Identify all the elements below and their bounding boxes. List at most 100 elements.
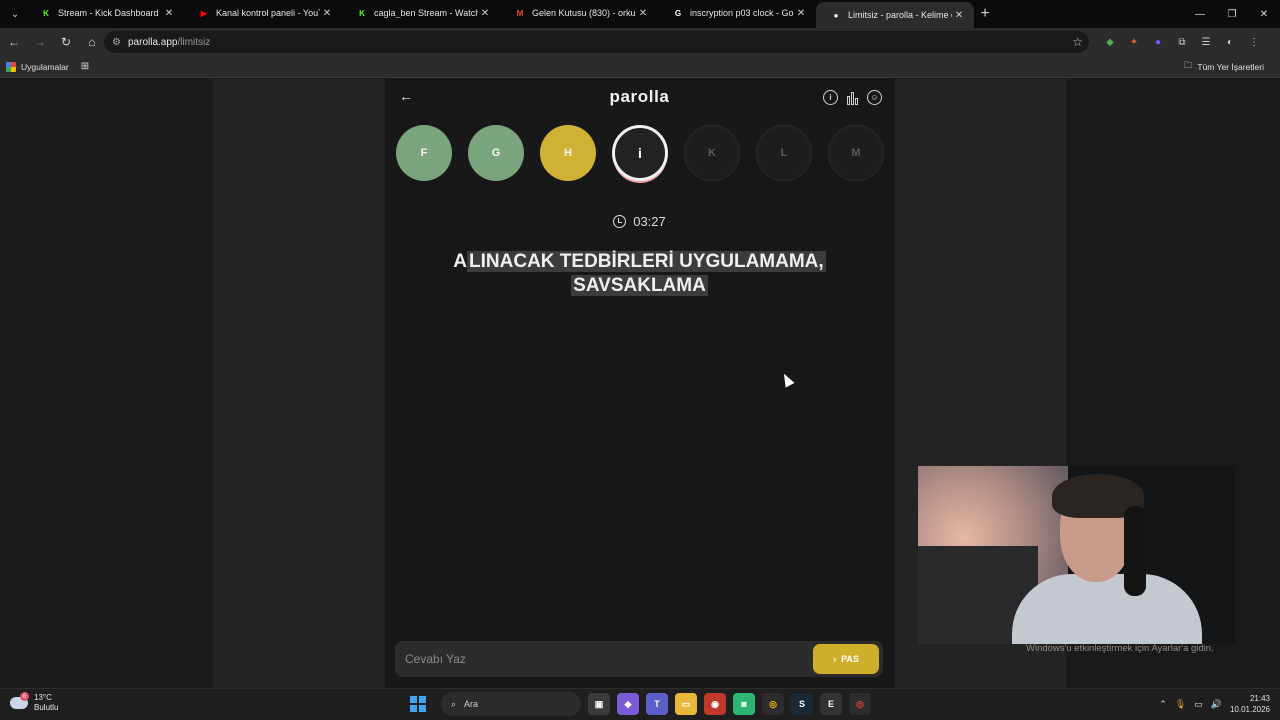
tray-chevron-icon[interactable]: ⌃ <box>1159 699 1167 710</box>
new-tab-button[interactable]: + <box>974 5 996 23</box>
folder-icon: 🗀 <box>1183 59 1193 70</box>
home-icon[interactable]: ⌂ <box>80 30 104 54</box>
clock-time: 21:43 <box>1249 694 1270 703</box>
tab-title: cagla_ben Stream - Watch Live <box>374 8 478 18</box>
url-field[interactable]: ⚙ parolla.app/limitsiz ☆ <box>104 31 1089 53</box>
reading-list-icon[interactable]: ☰ <box>1196 31 1216 53</box>
file-explorer-icon[interactable]: ▭ <box>675 693 697 715</box>
bookmark-apps[interactable]: Uygulamalar <box>0 61 75 72</box>
tab-search-chevron-icon[interactable]: ⌄ <box>4 4 26 24</box>
maximize-icon[interactable]: ❐ <box>1216 0 1248 28</box>
youtube-icon: ▶ <box>200 8 208 18</box>
minimize-icon[interactable]: — <box>1184 0 1216 28</box>
taskbar-search[interactable]: ⌕ Ara <box>441 692 581 716</box>
browser-tab[interactable]: Ginscryption p03 clock - Google✕ <box>658 0 816 26</box>
extensions-puzzle-icon[interactable]: ⧉ <box>1172 31 1192 53</box>
question-lead: A <box>453 251 468 272</box>
chevron-right-icon: › <box>833 654 837 664</box>
tab-list: K Stream - Kick Dashboard ✕ ▶ Kanal kontrol … <box>26 0 974 28</box>
steam-icon[interactable]: S <box>791 693 813 715</box>
profile-icon[interactable]: ☺ <box>867 90 882 105</box>
letter-wheel: FGHiKLM <box>396 125 884 181</box>
kick-icon: K <box>43 8 49 18</box>
close-tab-icon[interactable]: ✕ <box>478 8 492 19</box>
tab-title: Stream - Kick Dashboard <box>58 8 159 18</box>
timer-value: 03:27 <box>633 214 666 229</box>
reload-icon[interactable]: ↻ <box>54 30 78 54</box>
bookmark-star-icon[interactable]: ☆ <box>1072 35 1083 49</box>
browser-menu-icon[interactable]: ⋮ <box>1244 31 1264 53</box>
answer-bar: › PAS <box>395 641 883 677</box>
browser-tab[interactable]: M Gelen Kutusu (830) - orkunakan✕ <box>500 0 658 26</box>
browser-tab[interactable]: ▶ Kanal kontrol paneli - YouTube✕ <box>184 0 342 26</box>
info-icon[interactable]: i <box>823 90 838 105</box>
letter-circle-correct: F <box>396 125 452 181</box>
letter-circle-current: i <box>612 125 668 181</box>
chrome-profile-icon[interactable]: ◎ <box>849 693 871 715</box>
windows-start-icon[interactable] <box>410 696 426 712</box>
browser-tab[interactable]: ● Limitsiz - parolla - Kelime oyunu✕ <box>816 2 974 28</box>
weather-temp: 13°C <box>34 693 52 702</box>
close-tab-icon[interactable]: ✕ <box>794 8 808 19</box>
bookmark-grid-shortcut[interactable]: ⊞ <box>75 61 95 72</box>
copilot-icon[interactable]: ◆ <box>617 693 639 715</box>
pass-button[interactable]: › PAS <box>813 644 879 674</box>
tab-title: Gelen Kutusu (830) - orkunakan <box>532 8 636 18</box>
window-controls: — ❐ ✕ <box>1184 0 1280 28</box>
all-bookmarks-label: Tüm Yer İşaretleri <box>1197 61 1264 72</box>
forward-icon[interactable]: → <box>28 30 52 54</box>
taskbar-clock[interactable]: 21:43 10.01.2026 <box>1230 693 1270 715</box>
bookmarks-bar: Uygulamalar ⊞ 🗀 Tüm Yer İşaretleri <box>0 56 1280 78</box>
teams-icon[interactable]: T <box>646 693 668 715</box>
close-tab-icon[interactable]: ✕ <box>636 8 650 19</box>
browser-tab-strip: ⌄ K Stream - Kick Dashboard ✕ ▶ Kanal kontro… <box>0 0 1280 28</box>
back-icon[interactable]: ← <box>2 30 26 54</box>
taskbar-apps: ⌕ Ara ▣ ◆ T ▭ ◉ ◙ ◎ S E ◎ <box>410 692 871 716</box>
chrome-icon[interactable]: ◎ <box>762 693 784 715</box>
epic-games-icon[interactable]: E <box>820 693 842 715</box>
speaker-icon[interactable]: 🔊 <box>1211 699 1222 710</box>
close-tab-icon[interactable]: ✕ <box>952 10 966 21</box>
network-icon[interactable]: ▭ <box>1194 699 1203 710</box>
game-panel: ← parolla i ☺ FGHiKLM 03:27 A LINACAK TED… <box>385 79 894 688</box>
system-tray: ⌃ 🎙 ▭ 🔊 21:43 10.01.2026 <box>1159 693 1270 715</box>
task-view-icon[interactable]: ▣ <box>588 693 610 715</box>
apps-grid-icon <box>6 61 16 72</box>
extensions-area: ◆ ✦ ● ⧉ ☰ ◐ ⋮ <box>1100 31 1264 53</box>
taskbar-search-label: Ara <box>464 699 479 709</box>
pass-button-label: PAS <box>841 654 859 664</box>
windows-activation-notice: Windows'u etkinleştirmek için Ayarlar'a … <box>1026 643 1214 654</box>
obs-icon[interactable]: ◉ <box>704 693 726 715</box>
letter-circle-pending: K <box>684 125 740 181</box>
kick-icon: K <box>359 8 365 18</box>
clock-date: 10.01.2026 <box>1229 705 1270 714</box>
stats-icon[interactable] <box>845 90 860 105</box>
extension-fox-icon[interactable]: ✦ <box>1124 31 1144 53</box>
left-gutter <box>0 79 213 688</box>
app-green-icon[interactable]: ◙ <box>733 693 755 715</box>
weather-widget[interactable]: 6 13°C Bulutlu <box>10 692 58 713</box>
browser-tab[interactable]: Kcagla_ben Stream - Watch Live✕ <box>342 0 500 26</box>
cloud-icon: 6 <box>10 692 29 709</box>
url-path: /limitsiz <box>177 36 211 48</box>
extension-shield-icon[interactable]: ◆ <box>1100 31 1120 53</box>
close-window-icon[interactable]: ✕ <box>1248 0 1280 28</box>
question-line2: SAVSAKLAMA <box>571 275 708 296</box>
weather-badge: 6 <box>20 692 29 701</box>
close-tab-icon[interactable]: ✕ <box>162 8 176 19</box>
extension-badge-icon[interactable]: ● <box>1148 31 1168 53</box>
grid-icon: ⊞ <box>80 61 90 72</box>
browser-tab[interactable]: K Stream - Kick Dashboard ✕ <box>26 0 184 26</box>
microphone-icon[interactable]: 🎙 <box>1175 699 1186 710</box>
question-line1: LINACAK TEDBİRLERİ UYGULAMAMA, <box>467 251 826 272</box>
all-bookmarks[interactable]: 🗀 Tüm Yer İşaretleri <box>1178 60 1270 74</box>
parolla-icon: ● <box>833 10 839 20</box>
close-tab-icon[interactable]: ✕ <box>320 8 334 19</box>
search-icon: ⌕ <box>451 698 457 709</box>
header-actions: i ☺ <box>823 90 882 105</box>
site-info-icon[interactable]: ⚙ <box>112 37 126 48</box>
question-text: A LINACAK TEDBİRLERİ UYGULAMAMA, SAVSAKLA… <box>425 250 854 298</box>
profile-avatar-icon[interactable]: ◐ <box>1220 31 1240 53</box>
google-icon: G <box>674 8 682 18</box>
answer-input[interactable] <box>395 641 813 677</box>
